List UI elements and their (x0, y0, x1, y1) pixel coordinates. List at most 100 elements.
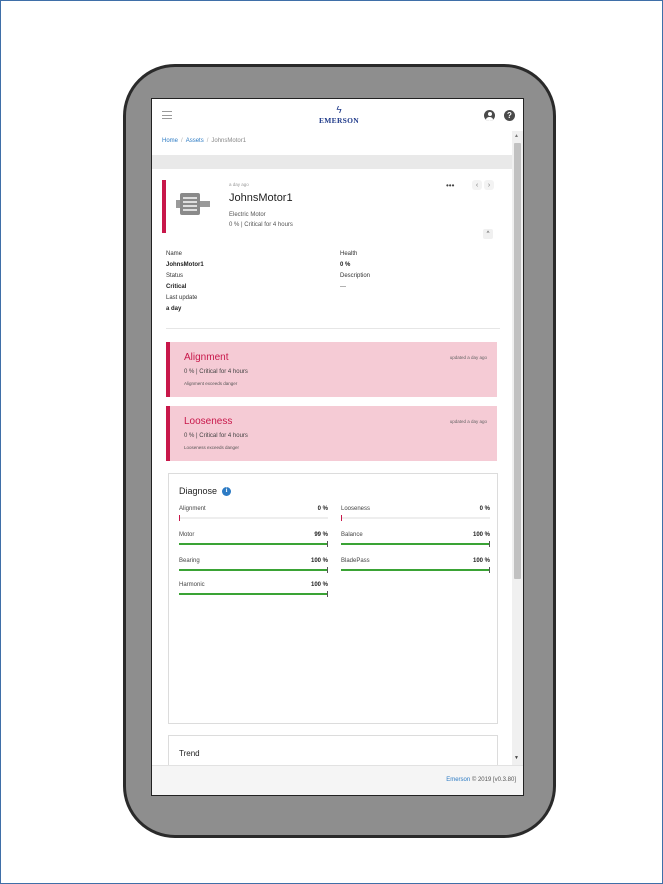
emerson-bolt-icon: ϟ (336, 104, 342, 116)
last-update-value: a day (166, 306, 182, 312)
metric-label: Alignment (179, 506, 206, 512)
alert-card-looseness[interactable]: Looseness updated a day ago 0 % | Critic… (166, 406, 497, 461)
emerson-logo: ϟ EMERSON (318, 104, 360, 125)
breadcrumb-assets[interactable]: Assets (186, 138, 204, 144)
alert-message: Alignment exceeds danger (184, 381, 238, 386)
metric-track (179, 541, 328, 547)
metric-value: 0 % (317, 506, 328, 512)
alert-card-alignment[interactable]: Alignment updated a day ago 0 % | Critic… (166, 342, 497, 397)
breadcrumb-separator: / (181, 138, 183, 144)
alert-accent-bar (166, 406, 170, 461)
metric-label: Motor (179, 532, 195, 538)
scroll-up-arrow-icon[interactable]: ▲ (514, 133, 519, 139)
name-value: JohnsMotor1 (166, 262, 204, 268)
footer-version: © 2019 [v0.3.80] (470, 777, 516, 783)
name-label: Name (166, 251, 183, 257)
question-circle-icon[interactable]: ? (504, 109, 515, 121)
breadcrumb-home[interactable]: Home (162, 138, 178, 144)
asset-status-line: 0 % | Critical for 4 hours (229, 222, 293, 228)
metric-label: Looseness (341, 506, 371, 512)
metric-alignment: Alignment 0 % (179, 506, 328, 524)
breadcrumb-separator: / (206, 138, 209, 144)
metric-label: BladePass (341, 558, 370, 564)
metric-track (341, 515, 490, 521)
metric-fill (341, 543, 490, 545)
metric-track (341, 541, 490, 547)
description-value: --- (340, 284, 346, 290)
health-value: 0 % (340, 262, 351, 268)
asset-info-left: Name JohnsMotor1 Status Critical Last up… (166, 249, 204, 315)
brand-name: EMERSON (318, 115, 360, 125)
diagnose-heading: Diagnose (179, 486, 218, 496)
breadcrumb-current: JohnsMotor1 (211, 138, 247, 144)
asset-info-right: Health 0 % Description --- (340, 249, 370, 293)
status-label: Status (166, 273, 184, 279)
alert-status: 0 % | Critical for 4 hours (184, 433, 248, 439)
alert-updated: updated a day ago (449, 355, 487, 360)
status-value: Critical (166, 284, 187, 290)
metric-track (179, 567, 328, 573)
metric-value: 100 % (472, 532, 490, 538)
scroll-down-arrow-icon[interactable]: ▼ (514, 755, 519, 761)
health-label: Health (340, 251, 358, 257)
footer-copyright: Emerson © 2019 [v0.3.80] (446, 777, 516, 783)
footer: Emerson © 2019 [v0.3.80] (152, 765, 523, 795)
section-divider-strip (152, 155, 512, 169)
metric-cap (489, 567, 490, 573)
metric-cap (327, 541, 328, 547)
electric-motor-icon (174, 191, 212, 222)
metric-fill (341, 569, 490, 571)
footer-brand-link[interactable]: Emerson (446, 777, 470, 783)
diagnose-title: Diagnose i (179, 486, 232, 496)
app-screen: ϟ EMERSON ? Home / Assets / JohnsMotor1 ▲ ▼ … (151, 98, 524, 796)
asset-type: Electric Motor (229, 212, 266, 218)
alert-message: Looseness exceeds danger (184, 445, 240, 450)
metric-track (179, 515, 328, 521)
collapse-chevron-icon[interactable]: ^ (483, 229, 493, 239)
metric-fill (179, 593, 328, 595)
metric-value: 0 % (479, 506, 490, 512)
metric-track (179, 591, 328, 597)
scrollbar-thumb[interactable] (514, 143, 521, 579)
trend-title: Trend (179, 749, 200, 758)
metric-cap (327, 567, 328, 573)
metric-tick (179, 515, 180, 521)
metric-track (341, 567, 490, 573)
alert-updated: updated a day ago (449, 419, 487, 424)
alert-title: Alignment (184, 352, 229, 363)
more-options-icon[interactable]: ••• (446, 181, 454, 190)
metric-bearing: Bearing 100 % (179, 558, 328, 576)
prev-asset-button[interactable]: ‹ (472, 180, 482, 190)
metric-fill (179, 543, 327, 545)
metric-tick (341, 515, 342, 521)
metric-looseness: Looseness 0 % (341, 506, 490, 524)
alert-title: Looseness (184, 416, 233, 427)
metric-cap (327, 591, 328, 597)
metric-label: Bearing (179, 558, 200, 564)
metric-cap (489, 541, 490, 547)
metric-value: 99 % (314, 532, 328, 538)
diagnose-panel: Diagnose i Alignment 0 % Looseness 0 % M… (168, 473, 498, 724)
metric-label: Balance (341, 532, 363, 538)
metric-value: 100 % (472, 558, 490, 564)
top-bar: ϟ EMERSON ? (152, 99, 523, 131)
metric-value: 100 % (310, 558, 328, 564)
last-update-label: Last update (166, 295, 198, 301)
metric-label: Harmonic (179, 582, 205, 588)
metric-balance: Balance 100 % (341, 532, 490, 550)
user-circle-icon[interactable] (484, 109, 495, 121)
description-label: Description (340, 273, 371, 279)
header-actions: ? (484, 109, 515, 121)
divider (166, 328, 500, 329)
next-asset-button[interactable]: › (484, 180, 494, 190)
info-icon[interactable]: i (222, 486, 232, 496)
metric-bladepass: BladePass 100 % (341, 558, 490, 576)
metric-fill (179, 569, 328, 571)
hamburger-menu-icon[interactable] (162, 111, 172, 119)
asset-navigation: ‹ › (472, 180, 494, 190)
metric-harmonic: Harmonic 100 % (179, 582, 328, 600)
alert-status: 0 % | Critical for 4 hours (184, 369, 248, 375)
breadcrumb: Home / Assets / JohnsMotor1 (162, 138, 246, 144)
alert-accent-bar (166, 342, 170, 397)
metric-value: 100 % (310, 582, 328, 588)
